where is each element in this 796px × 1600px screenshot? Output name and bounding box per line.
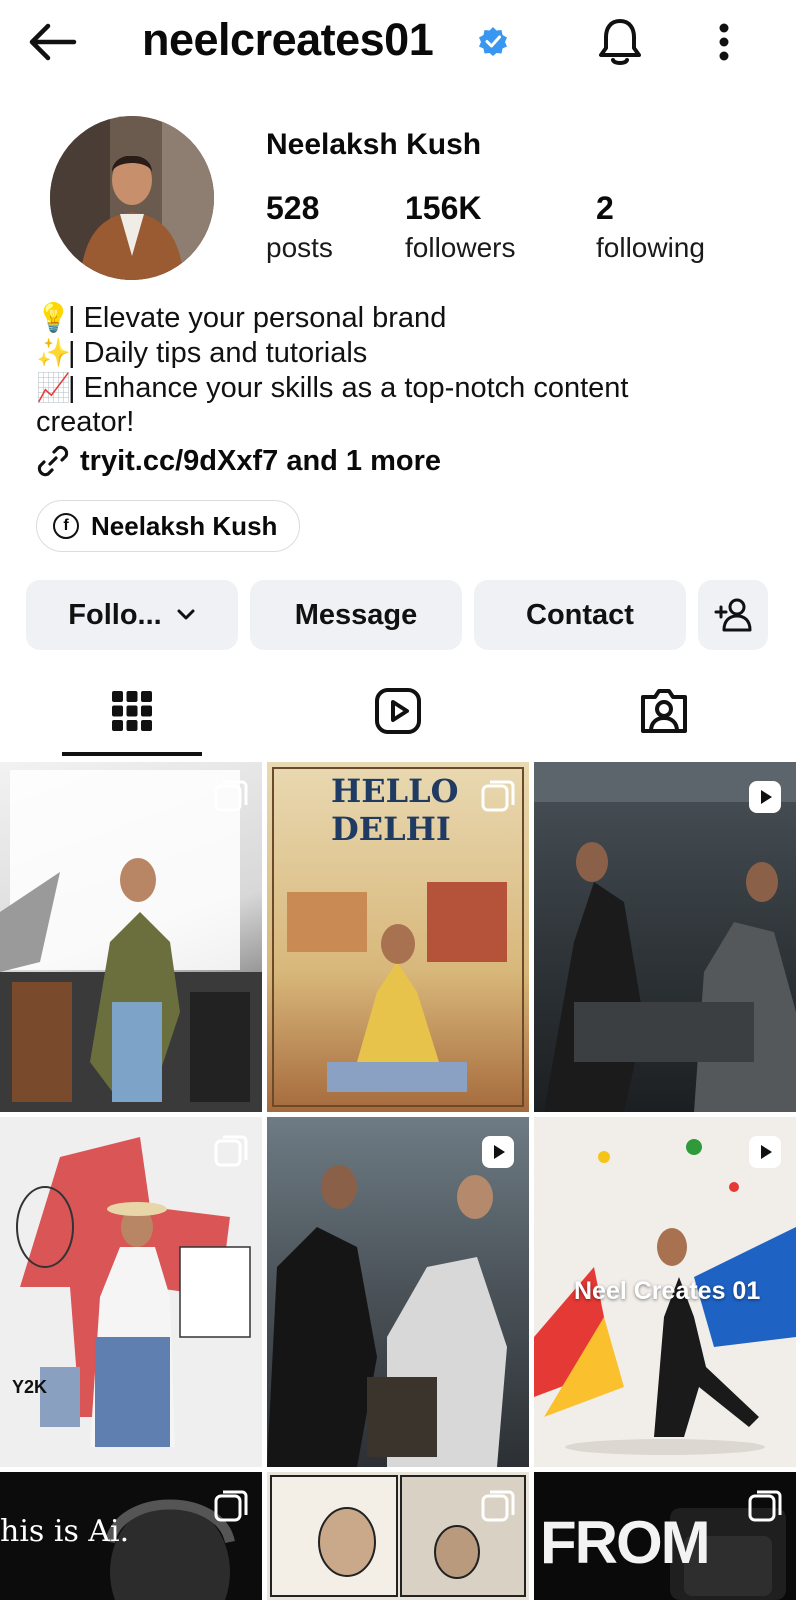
posts-count: 528 xyxy=(266,190,320,226)
carousel-icon xyxy=(214,780,248,812)
grid-post[interactable]: his is Ai. xyxy=(0,1472,262,1600)
top-bar: neelcreates01 xyxy=(0,0,796,84)
carousel-icon xyxy=(214,1490,248,1522)
bio-text: | Daily tips and tutorials xyxy=(68,337,368,369)
post-thumbnail xyxy=(534,762,796,1112)
chart-up-icon: 📈 xyxy=(36,372,71,403)
following-stat[interactable]: 2 following xyxy=(596,188,705,268)
followers-label: followers xyxy=(405,232,516,263)
reel-icon xyxy=(749,1136,781,1168)
reel-icon xyxy=(482,1136,514,1168)
post-thumbnail xyxy=(267,1165,507,1467)
carousel-icon xyxy=(481,1490,515,1522)
carousel-icon xyxy=(214,1135,248,1167)
post-thumbnail xyxy=(0,770,262,1112)
bio-text: | Enhance your skills as a top-notch con… xyxy=(68,372,629,404)
message-button-label: Message xyxy=(294,598,418,631)
more-vertical-icon xyxy=(719,23,729,61)
notifications-button[interactable] xyxy=(592,14,648,70)
grid-post[interactable]: HELLO DELHI xyxy=(267,762,529,1112)
following-count: 2 xyxy=(596,190,614,226)
reel-icon xyxy=(749,781,781,813)
grid-post[interactable]: FROM xyxy=(534,1472,796,1600)
post-thumbnail xyxy=(16,1137,251,1447)
arrow-left-icon xyxy=(29,23,77,61)
following-button[interactable]: Follo... xyxy=(26,580,238,650)
grid-icon xyxy=(112,691,152,731)
reels-icon xyxy=(375,688,421,734)
followers-stat[interactable]: 156K followers xyxy=(405,188,515,268)
facebook-icon: f xyxy=(53,513,79,539)
bio-line: 💡| Elevate your personal brand xyxy=(36,300,446,336)
sparkles-icon: ✨ xyxy=(36,337,71,368)
bio-line: 📈| Enhance your skills as a top-notch co… xyxy=(36,370,628,406)
tab-tagged[interactable] xyxy=(594,666,734,756)
followers-count: 156K xyxy=(405,190,482,226)
grid-post[interactable] xyxy=(267,1472,529,1600)
avatar-photo xyxy=(50,116,214,280)
bio-link[interactable]: tryit.cc/9dXxf7 and 1 more xyxy=(36,444,441,478)
facebook-profile-chip[interactable]: f Neelaksh Kush xyxy=(36,500,301,552)
bulb-icon: 💡 xyxy=(36,302,71,333)
following-label: following xyxy=(596,232,705,263)
tile-title: his is Ai. xyxy=(0,1514,130,1549)
posts-grid: HELLO DELHI Y2K Neel Creates 01 his is A… xyxy=(0,762,796,1600)
grid-post[interactable] xyxy=(0,762,262,1112)
tile-title: Y2K xyxy=(12,1377,48,1397)
tab-posts-grid[interactable] xyxy=(62,666,202,756)
bio-line: ✨| Daily tips and tutorials xyxy=(36,335,367,371)
profile-avatar[interactable] xyxy=(50,116,214,280)
contact-button[interactable]: Contact xyxy=(474,580,686,650)
bio-line: creator! xyxy=(36,405,134,440)
facebook-chip-label: Neelaksh Kush xyxy=(91,510,278,541)
tile-title: Neel Creates 01 xyxy=(574,1277,761,1305)
tagged-icon xyxy=(641,689,687,733)
verified-badge-icon xyxy=(479,27,507,56)
grid-post[interactable]: Neel Creates 01 xyxy=(534,1117,796,1467)
tile-title: FROM xyxy=(540,1509,711,1576)
posts-label: posts xyxy=(266,232,333,263)
contact-button-label: Contact xyxy=(526,598,634,631)
bell-icon xyxy=(599,19,641,65)
link-text: tryit.cc/9dXxf7 and 1 more xyxy=(80,444,442,477)
carousel-icon xyxy=(748,1490,782,1522)
posts-stat[interactable]: 528 posts xyxy=(266,188,333,268)
following-button-label: Follo... xyxy=(68,598,162,631)
chevron-down-icon xyxy=(177,609,195,620)
bio-text: | Elevate your personal brand xyxy=(68,302,447,334)
grid-post[interactable] xyxy=(267,1117,529,1467)
grid-post[interactable]: Y2K xyxy=(0,1117,262,1467)
link-icon xyxy=(37,445,69,477)
back-button[interactable] xyxy=(22,14,82,70)
username-title: neelcreates01 xyxy=(142,14,434,65)
more-options-button[interactable] xyxy=(704,14,744,70)
carousel-icon xyxy=(481,780,515,812)
grid-post[interactable] xyxy=(534,762,796,1112)
tab-reels[interactable] xyxy=(328,666,468,756)
active-tab-indicator xyxy=(62,752,202,756)
suggested-users-button[interactable] xyxy=(698,580,768,650)
display-name: Neelaksh Kush xyxy=(266,128,482,161)
add-person-icon xyxy=(714,598,752,632)
bio-text: creator! xyxy=(36,406,135,438)
message-button[interactable]: Message xyxy=(250,580,462,650)
